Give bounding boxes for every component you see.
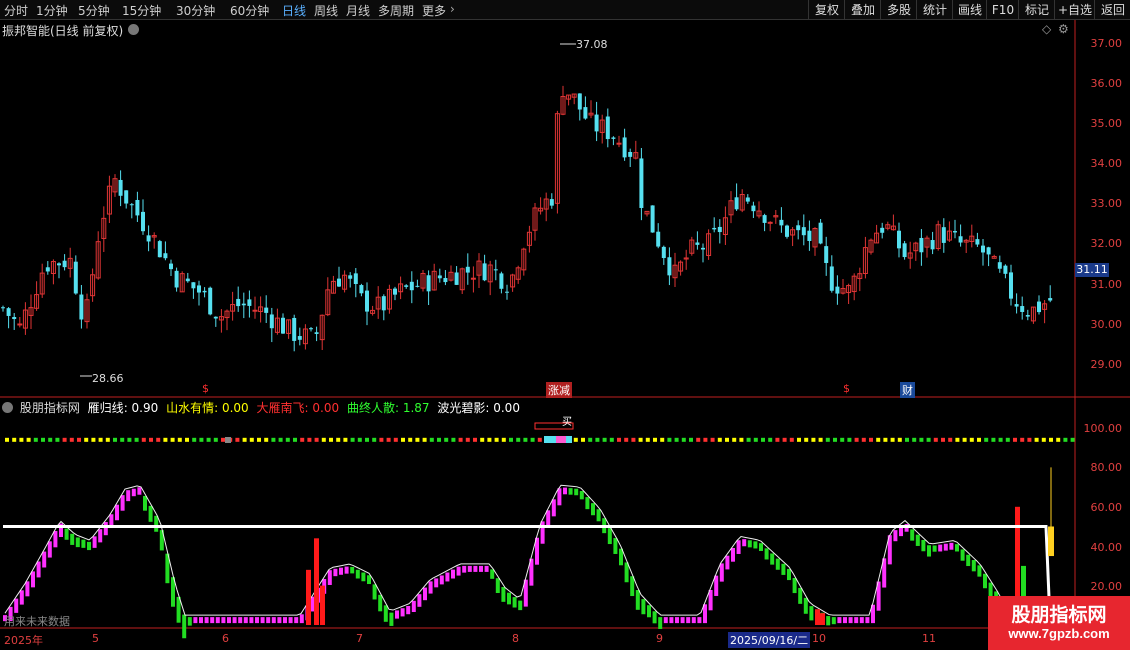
- y-tick: 33.00: [1090, 197, 1123, 210]
- add-watchlist-button[interactable]: +自选: [1054, 0, 1095, 20]
- event-marker[interactable]: 涨减: [546, 382, 572, 398]
- x-tick: 11: [922, 632, 936, 645]
- period-toolbar: 分时 1分钟 5分钟 15分钟 30分钟 60分钟 日线 周线 月线 多周期 更…: [0, 0, 1130, 20]
- crosshair-date: 2025/09/16/二: [728, 632, 811, 648]
- y-tick: 35.00: [1090, 117, 1123, 130]
- event-marker[interactable]: $: [843, 382, 850, 395]
- stock-title: 振邦智能(日线 前复权): [2, 24, 124, 38]
- low-price-label: 28.66: [92, 372, 124, 385]
- ind-y-tick: 60.00: [1090, 501, 1123, 514]
- x-tick: 2025年: [4, 634, 43, 647]
- fuquan-button[interactable]: 复权: [808, 0, 845, 20]
- y-tick: 31.00: [1090, 278, 1123, 291]
- x-tick: 8: [512, 632, 519, 645]
- ind-y-tick: 80.00: [1090, 461, 1123, 474]
- period-15min[interactable]: 15分钟: [122, 2, 161, 19]
- period-1min[interactable]: 1分钟: [36, 2, 68, 19]
- stats-button[interactable]: 统计: [916, 0, 953, 20]
- y-tick: 37.00: [1090, 37, 1123, 50]
- legend-line-4: 曲终人散: 1.87: [346, 401, 430, 415]
- y-tick: 36.00: [1090, 77, 1123, 90]
- x-tick: 7: [356, 632, 363, 645]
- chevron-right-icon[interactable]: ›: [450, 2, 455, 16]
- y-tick: 34.00: [1090, 157, 1123, 170]
- overlay-button[interactable]: 叠加: [844, 0, 881, 20]
- indicator-title[interactable]: 股朋指标网: [20, 401, 80, 415]
- period-5min[interactable]: 5分钟: [78, 2, 110, 19]
- signal-label: 买: [562, 417, 572, 428]
- f10-button[interactable]: F10: [986, 0, 1019, 20]
- draw-line-button[interactable]: 画线: [952, 0, 987, 20]
- ind-y-tick: 100.00: [1083, 422, 1123, 435]
- x-tick: 6: [222, 632, 229, 645]
- mark-button[interactable]: 标记: [1018, 0, 1055, 20]
- period-weekly[interactable]: 周线: [314, 2, 338, 19]
- x-tick: 5: [92, 632, 99, 645]
- watermark-title: 股朋指标网: [1011, 604, 1107, 626]
- period-monthly[interactable]: 月线: [346, 2, 370, 19]
- bottom-note: 用来未来数据: [4, 615, 70, 628]
- y-tick: 32.00: [1090, 237, 1123, 250]
- ind-y-tick: 20.00: [1090, 580, 1123, 593]
- indicator-legend: 股朋指标网 雁归线: 0.90 山水有情: 0.00 大雁南飞: 0.00 曲终…: [2, 399, 524, 416]
- ind-y-tick: 40.00: [1090, 541, 1123, 554]
- period-daily[interactable]: 日线: [282, 2, 306, 19]
- settings-icon[interactable]: ⚙: [1058, 22, 1069, 36]
- legend-line-5: 波光碧影: 0.00: [437, 401, 520, 415]
- back-button[interactable]: 返回: [1094, 0, 1130, 20]
- event-marker[interactable]: 财: [900, 382, 915, 398]
- period-more[interactable]: 更多: [422, 2, 446, 19]
- watermark-url: www.7gpzb.com: [1008, 626, 1110, 641]
- multi-stock-button[interactable]: 多股: [880, 0, 917, 20]
- diamond-icon[interactable]: ◇: [1042, 22, 1051, 36]
- chevron-down-icon[interactable]: [128, 24, 139, 35]
- y-tick: 29.00: [1090, 358, 1123, 371]
- period-30min[interactable]: 30分钟: [176, 2, 215, 19]
- site-watermark: 股朋指标网 www.7gpzb.com: [988, 596, 1130, 650]
- x-tick: 9: [656, 632, 663, 645]
- period-60min[interactable]: 60分钟: [230, 2, 269, 19]
- candlestick-chart[interactable]: [0, 0, 1130, 650]
- x-tick: 10: [812, 632, 826, 645]
- period-multi[interactable]: 多周期: [378, 2, 414, 19]
- legend-line-2: 山水有情: 0.00: [166, 401, 249, 415]
- period-fenshi[interactable]: 分时: [4, 2, 28, 19]
- high-price-label: 37.08: [576, 38, 608, 51]
- chevron-down-icon[interactable]: [2, 402, 13, 413]
- event-marker[interactable]: $: [202, 382, 209, 395]
- y-tick: 30.00: [1090, 318, 1123, 331]
- legend-line-1: 雁归线: 0.90: [87, 401, 159, 415]
- current-price-badge: 31.11: [1075, 263, 1109, 277]
- legend-line-3: 大雁南飞: 0.00: [256, 401, 340, 415]
